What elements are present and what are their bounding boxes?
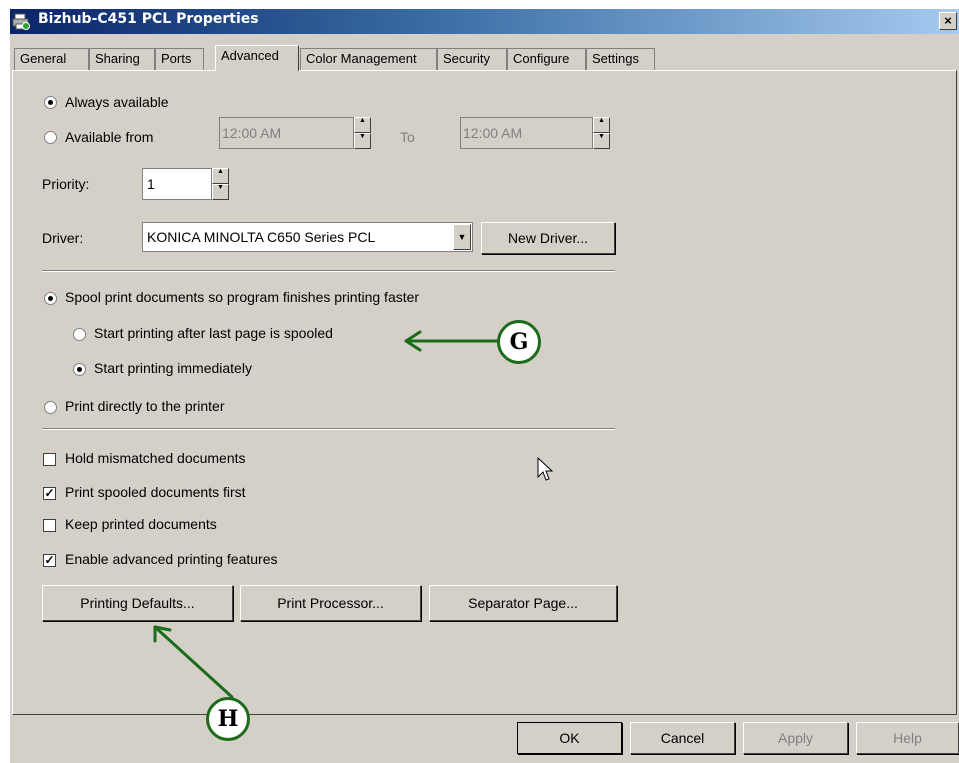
always-available-label: Always available [65, 94, 169, 110]
available-from-label: Available from [65, 129, 154, 145]
available-from-radio[interactable] [44, 131, 57, 144]
to-label: To [400, 129, 415, 145]
new-driver-button[interactable]: New Driver... [481, 222, 615, 254]
enable-advanced-label: Enable advanced printing features [65, 551, 278, 567]
chevron-down-icon[interactable]: ▼ [453, 224, 471, 250]
priority-input[interactable]: 1 [142, 168, 212, 200]
tab-ports[interactable]: Ports [155, 48, 204, 70]
tab-settings[interactable]: Settings [586, 48, 655, 70]
tab-general[interactable]: General [14, 48, 89, 70]
spin-up-icon: ▲ [593, 117, 610, 133]
apply-button: Apply [743, 722, 848, 754]
hold-mismatched-checkbox[interactable] [43, 453, 56, 466]
print-directly-label: Print directly to the printer [65, 398, 225, 414]
priority-spinner[interactable]: ▲ ▼ [212, 168, 229, 200]
annotation-g-badge: G [497, 320, 541, 364]
window-title: Bizhub-C451 PCL Properties [38, 11, 259, 27]
keep-printed-checkbox[interactable] [43, 519, 56, 532]
always-available-radio[interactable] [44, 96, 57, 109]
start-after-last-page-label: Start printing after last page is spoole… [94, 325, 333, 341]
start-immediately-radio[interactable] [73, 363, 86, 376]
divider [42, 428, 615, 430]
spool-label: Spool print documents so program finishe… [65, 289, 420, 305]
mouse-cursor-icon [537, 457, 553, 481]
separator-page-button[interactable]: Separator Page... [429, 585, 617, 621]
tab-sharing[interactable]: Sharing [89, 48, 155, 70]
spin-down-icon[interactable]: ▼ [212, 184, 229, 200]
print-spooled-first-checkbox[interactable]: ✓ [43, 487, 56, 500]
help-button: Help [856, 722, 959, 754]
to-time-spinner: ▲ ▼ [593, 117, 610, 149]
driver-label: Driver: [42, 230, 84, 246]
print-processor-button[interactable]: Print Processor... [240, 585, 421, 621]
cancel-button[interactable]: Cancel [630, 722, 735, 754]
keep-printed-label: Keep printed documents [65, 516, 217, 532]
printer-icon [12, 13, 30, 30]
priority-label: Priority: [42, 176, 90, 192]
spin-up-icon: ▲ [354, 117, 371, 133]
tab-color-management[interactable]: Color Management [300, 48, 437, 70]
from-time-input: 12:00 AM [219, 117, 354, 149]
print-directly-radio[interactable] [44, 401, 57, 414]
tab-security[interactable]: Security [437, 48, 507, 70]
to-time-input: 12:00 AM [460, 117, 593, 149]
spin-down-icon: ▼ [354, 133, 371, 149]
driver-select[interactable]: KONICA MINOLTA C650 Series PCL [142, 222, 473, 252]
spool-radio[interactable] [44, 292, 57, 305]
divider [42, 270, 615, 272]
start-after-last-page-radio[interactable] [73, 328, 86, 341]
printing-defaults-button[interactable]: Printing Defaults... [42, 585, 233, 621]
print-spooled-first-label: Print spooled documents first [65, 484, 246, 500]
from-time-spinner: ▲ ▼ [354, 117, 371, 149]
ok-button[interactable]: OK [517, 722, 622, 754]
enable-advanced-checkbox[interactable]: ✓ [43, 554, 56, 567]
tab-advanced[interactable]: Advanced [215, 45, 299, 71]
tab-configure[interactable]: Configure [507, 48, 586, 70]
hold-mismatched-label: Hold mismatched documents [65, 450, 246, 466]
start-immediately-label: Start printing immediately [94, 360, 252, 376]
annotation-h-badge: H [206, 697, 250, 741]
spin-up-icon[interactable]: ▲ [212, 168, 229, 184]
close-button[interactable]: × [939, 12, 957, 30]
spin-down-icon: ▼ [593, 133, 610, 149]
